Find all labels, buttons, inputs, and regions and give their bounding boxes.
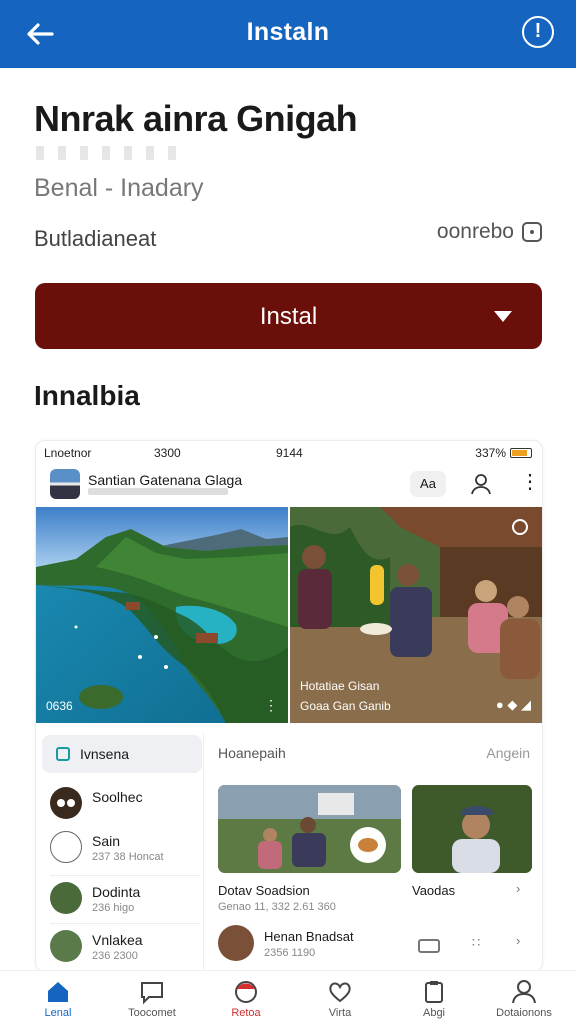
app-size: oonrebo <box>437 220 542 244</box>
status-carrier: Lnoetnor <box>44 446 92 460</box>
status-bar: Lnoetnor 3300 9144 337% <box>36 441 542 465</box>
tile-caption: Vaodas <box>412 883 456 898</box>
video-title: Hotatiae Gisan <box>300 679 380 693</box>
nav-item-profile[interactable]: Dotaionons <box>476 977 572 1023</box>
status-time: 9144 <box>276 446 303 460</box>
side-tab-label: Ivnsena <box>80 746 130 762</box>
app-bar: Instaln ! <box>0 0 576 68</box>
record-icon <box>235 981 257 1003</box>
nav-label: Abgi <box>422 1007 446 1019</box>
chevron-right-icon[interactable]: › <box>516 881 520 896</box>
nav-label: Dotaionons <box>496 1007 552 1019</box>
avatar <box>50 882 82 914</box>
feed-heading: Hoanepaih <box>218 745 286 761</box>
tile-caption: Dotav Soadsion <box>218 883 310 898</box>
clipboard-icon <box>425 981 443 1003</box>
status-battery: 337% <box>475 446 532 460</box>
list-item[interactable]: Vnlakea 236 2300 <box>50 923 200 962</box>
avatar <box>50 787 82 819</box>
chevron-right-icon[interactable]: › <box>516 933 520 948</box>
battery-icon <box>510 448 532 458</box>
battery-percent: 337% <box>475 446 506 460</box>
heart-icon <box>329 982 351 1003</box>
list-item-name: Dodinta <box>92 884 141 900</box>
side-list: Ivnsena Soolhec Sain 237 38 Honcat Dodin… <box>36 733 204 971</box>
reaction-icons[interactable]: ● ◆ ◢ <box>496 697 531 713</box>
tab-icon <box>56 747 70 761</box>
app-screenshot[interactable]: Lnoetnor 3300 9144 337% Santian Gatenana… <box>35 440 543 972</box>
storage-icon <box>522 222 542 242</box>
channel-name: Santian Gatenana Glaga <box>88 472 243 488</box>
text-size-button[interactable]: Aa <box>410 471 446 497</box>
install-button-label: Instal <box>259 303 318 330</box>
nav-item-record[interactable]: Retoa <box>198 977 294 1023</box>
nav-label: Toocomet <box>128 1007 176 1019</box>
video-thumbnail-group[interactable]: Hotatiae Gisan Goaa Gan Ganib ● ◆ ◢ <box>290 507 542 723</box>
nav-item-chat[interactable]: Toocomet <box>104 977 200 1023</box>
feed-heading-link[interactable]: Angein <box>486 745 530 761</box>
profile-icon <box>512 980 536 1004</box>
island-scene-image <box>36 507 288 723</box>
list-item-meta: 236 2300 <box>92 950 138 962</box>
nav-item-favorites[interactable]: Virta <box>292 977 388 1023</box>
row-meta: 2356 1190 <box>264 947 316 959</box>
avatar <box>50 930 82 962</box>
video-thumbnail-island[interactable]: 0636 ⋮ <box>36 507 288 723</box>
install-button[interactable]: Instal <box>35 283 542 349</box>
list-item-name: Soolhec <box>92 789 143 805</box>
nav-item-clipboard[interactable]: Abgi <box>386 977 482 1023</box>
bottom-nav: Lenal Toocomet Retoa Virta Abgi Dotaiono… <box>0 970 576 1024</box>
list-item-name: Vnlakea <box>92 932 143 948</box>
page-title: Instaln <box>246 18 330 46</box>
more-vert-icon[interactable]: ⋮ <box>264 697 278 714</box>
list-item[interactable]: Dodinta 236 higo <box>50 875 200 914</box>
list-item-name: Sain <box>92 833 121 849</box>
more-vert-icon[interactable]: ⋮ <box>520 472 540 492</box>
video-duration: 0636 <box>46 699 73 713</box>
list-item-meta: 237 38 Honcat <box>92 851 164 863</box>
nav-item-home[interactable]: Lenal <box>10 977 106 1023</box>
channel-subtitle-placeholder <box>88 488 228 495</box>
rating-placeholder <box>36 146 176 160</box>
feed-tile[interactable] <box>218 785 401 873</box>
developer-name[interactable]: Butladianeat <box>34 226 156 252</box>
app-size-label: oonrebo <box>436 220 514 243</box>
chevron-down-icon[interactable] <box>494 311 512 322</box>
nav-label: Lenal <box>44 1007 72 1019</box>
channel-header: Santian Gatenana Glaga Aa ⋮ <box>50 469 540 503</box>
status-clock: 3300 <box>154 446 181 460</box>
channel-thumbnail[interactable] <box>50 469 80 499</box>
cast-icon[interactable] <box>418 939 440 953</box>
feed-panel: Hoanepaih Angein Dotav Soadsion Genao 11… <box>216 733 542 971</box>
chat-icon <box>141 982 163 1005</box>
feed-tile-image <box>412 785 532 873</box>
feed-tile-image <box>218 785 401 873</box>
nav-label: Virta <box>328 1007 352 1019</box>
row-title: Henan Bnadsat <box>264 929 354 944</box>
headset-icon <box>50 831 82 863</box>
app-subtitle: Benal - Inadary <box>34 174 204 202</box>
list-item-meta: 236 higo <box>92 902 135 914</box>
nav-label: Retoa <box>231 1007 261 1019</box>
side-tab[interactable]: Ivnsena <box>42 735 202 773</box>
feed-tile[interactable] <box>412 785 532 873</box>
home-icon <box>48 982 68 1002</box>
tile-meta: Genao 11, 332 2.61 360 <box>218 901 336 913</box>
options-icon[interactable]: ∷ <box>472 935 480 951</box>
section-title: Innalbia <box>34 380 140 411</box>
info-icon[interactable]: ! <box>522 16 554 48</box>
app-name: Nnrak ainra Gnigah <box>34 98 358 139</box>
user-icon[interactable] <box>470 473 492 495</box>
video-subtitle: Goaa Gan Ganib <box>300 699 391 713</box>
avatar <box>218 925 254 961</box>
